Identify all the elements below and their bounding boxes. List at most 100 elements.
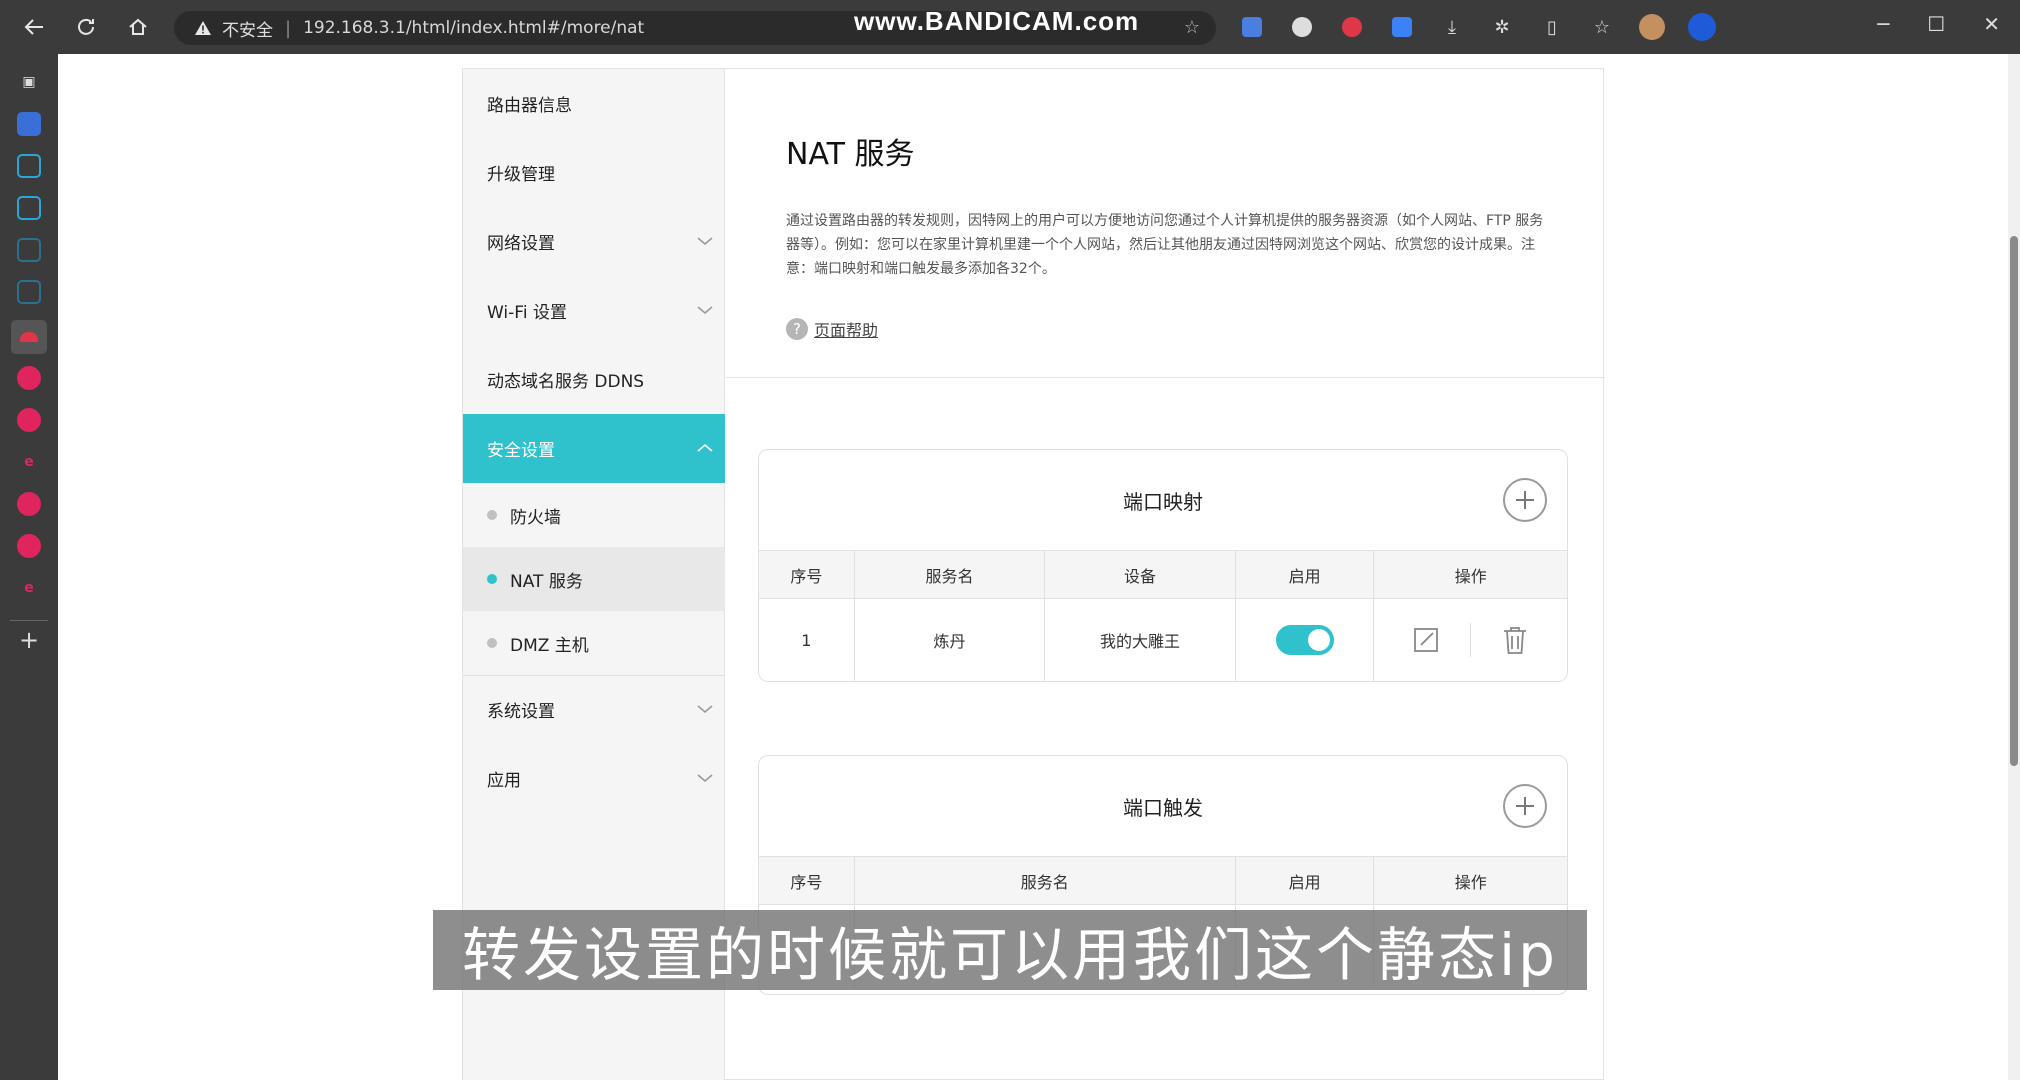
extension-face-icon[interactable] bbox=[1286, 12, 1318, 42]
menu-item-upgrade[interactable]: 升级管理 bbox=[463, 138, 725, 207]
menu-item-network[interactable]: 网络设置 bbox=[463, 207, 725, 276]
new-tab-plus-icon[interactable]: + bbox=[17, 626, 41, 654]
minimize-icon[interactable]: ─ bbox=[1877, 12, 1889, 36]
favorites-icon[interactable]: ☆ bbox=[1586, 12, 1618, 42]
download-icon[interactable]: ⤓ bbox=[1436, 12, 1468, 42]
menu-item-router-info[interactable]: 路由器信息 bbox=[463, 69, 725, 138]
split-screen-icon[interactable]: ▯ bbox=[1536, 12, 1568, 42]
port-trigger-header: 端口触发 bbox=[759, 756, 1567, 857]
chevron-down-icon bbox=[697, 705, 713, 714]
enable-toggle[interactable] bbox=[1275, 625, 1334, 655]
page-help[interactable]: ? 页面帮助 bbox=[786, 317, 878, 341]
column-header: 操作 bbox=[1454, 872, 1487, 892]
row-device: 我的大雕王 bbox=[1045, 599, 1236, 681]
page-title: NAT 服务 bbox=[786, 137, 915, 172]
extension-red-icon[interactable] bbox=[1336, 12, 1368, 42]
page-description: 通过设置路由器的转发规则，因特网上的用户可以方便地访问您通过个人计算机提供的服务… bbox=[786, 213, 1544, 277]
submenu-item-label: 防火墙 bbox=[510, 507, 561, 528]
tab-bilibili-icon[interactable] bbox=[17, 280, 41, 304]
menu-item-label: 应用 bbox=[487, 771, 521, 791]
url-text[interactable]: 192.168.3.1/html/index.html#/more/nat bbox=[303, 18, 644, 38]
tab-weibo-icon[interactable] bbox=[17, 366, 41, 390]
vertical-tab-sidebar: ▣ e e + bbox=[0, 54, 58, 1080]
window-controls: ─ ☐ ✕ bbox=[1877, 12, 2000, 36]
menu-item-label: 动态域名服务 DDNS bbox=[487, 372, 645, 392]
submenu-item-label: NAT 服务 bbox=[510, 571, 583, 592]
extension-blue-icon[interactable] bbox=[1236, 12, 1268, 42]
extension-bar: ⤓ ✲ ▯ ☆ bbox=[1236, 12, 1718, 42]
sidebar-divider bbox=[10, 620, 48, 621]
menu-item-label: 安全设置 bbox=[487, 441, 555, 461]
add-port-mapping-button[interactable] bbox=[1503, 478, 1547, 522]
plus-icon bbox=[1516, 797, 1534, 815]
close-icon[interactable]: ✕ bbox=[1983, 12, 2000, 36]
tab-cube-icon[interactable] bbox=[17, 534, 41, 558]
page-help-link[interactable]: 页面帮助 bbox=[814, 317, 878, 341]
column-header: 操作 bbox=[1454, 566, 1487, 586]
reload-icon[interactable] bbox=[68, 9, 104, 45]
profile-avatar[interactable] bbox=[1636, 12, 1668, 42]
back-arrow-icon[interactable] bbox=[16, 9, 52, 45]
bandicam-watermark: www.BANDICAM.com bbox=[854, 6, 1140, 36]
submenu-item-firewall[interactable]: 防火墙 bbox=[463, 483, 725, 547]
content-divider bbox=[726, 377, 1605, 378]
menu-item-label: 路由器信息 bbox=[487, 96, 572, 116]
row-index: 1 bbox=[759, 599, 855, 681]
column-header: 设备 bbox=[1045, 551, 1236, 598]
menu-item-system[interactable]: 系统设置 bbox=[463, 675, 725, 744]
tab-huawei-icon[interactable] bbox=[11, 320, 47, 354]
chevron-down-icon bbox=[697, 237, 713, 246]
scrollbar-thumb[interactable] bbox=[2010, 236, 2018, 766]
menu-item-wifi[interactable]: Wi-Fi 设置 bbox=[463, 276, 725, 345]
insecure-label: 不安全 bbox=[222, 20, 273, 41]
video-subtitle: 转发设置的时候就可以用我们这个静态ip bbox=[433, 910, 1587, 990]
menu-item-ddns[interactable]: 动态域名服务 DDNS bbox=[463, 345, 725, 414]
port-mapping-header: 端口映射 bbox=[759, 450, 1567, 551]
edit-icon[interactable] bbox=[1412, 626, 1440, 654]
menu-item-label: 升级管理 bbox=[487, 165, 555, 185]
bullet-dot bbox=[487, 638, 497, 648]
address-separator: | bbox=[285, 17, 292, 39]
row-enable-cell bbox=[1236, 599, 1375, 681]
submenu-item-label: DMZ 主机 bbox=[510, 635, 589, 656]
tab-edge-icon[interactable]: e bbox=[17, 576, 41, 600]
bing-copilot-icon[interactable] bbox=[1686, 12, 1718, 42]
favorite-star-icon[interactable]: ☆ bbox=[1184, 17, 1200, 38]
tab-bilibili-icon[interactable] bbox=[17, 238, 41, 262]
browser-toolbar: 不安全 | 192.168.3.1/html/index.html#/more/… bbox=[0, 0, 2020, 54]
menu-item-label: Wi-Fi 设置 bbox=[487, 303, 567, 323]
tab-cube-icon[interactable] bbox=[17, 492, 41, 516]
table-row: 1 炼丹 我的大雕王 bbox=[759, 599, 1567, 681]
add-port-trigger-button[interactable] bbox=[1503, 784, 1547, 828]
tab-bilibili-icon[interactable] bbox=[17, 154, 41, 178]
tab-actions-icon[interactable]: ▣ bbox=[17, 70, 41, 94]
submenu-item-nat[interactable]: NAT 服务 bbox=[463, 547, 725, 611]
extensions-puzzle-icon[interactable]: ✲ bbox=[1486, 12, 1518, 42]
menu-item-apps[interactable]: 应用 bbox=[463, 744, 725, 813]
home-icon[interactable] bbox=[120, 9, 156, 45]
maximize-icon[interactable]: ☐ bbox=[1927, 12, 1945, 36]
tab-bilibili-icon[interactable] bbox=[17, 196, 41, 220]
column-header: 序号 bbox=[759, 551, 855, 598]
column-header: 启用 bbox=[1236, 551, 1375, 598]
page-scrollbar[interactable] bbox=[2008, 54, 2020, 1080]
table-header: 序号 服务名 启用 操作 bbox=[759, 857, 1567, 905]
question-mark-icon: ? bbox=[786, 318, 808, 340]
menu-item-security[interactable]: 安全设置 bbox=[463, 414, 725, 483]
warning-icon[interactable] bbox=[194, 19, 212, 37]
menu-item-label: 系统设置 bbox=[487, 702, 555, 722]
tab-baidu-icon[interactable] bbox=[17, 112, 41, 136]
submenu-item-dmz[interactable]: DMZ 主机 bbox=[463, 611, 725, 675]
row-service-name: 炼丹 bbox=[855, 599, 1046, 681]
plus-icon bbox=[1516, 491, 1534, 509]
tab-edge-icon[interactable]: e bbox=[17, 450, 41, 474]
tab-weibo-icon[interactable] bbox=[17, 408, 41, 432]
bullet-dot bbox=[487, 574, 497, 584]
card-title: 端口触发 bbox=[1123, 795, 1203, 820]
extension-user-icon[interactable] bbox=[1386, 12, 1418, 42]
operation-divider bbox=[1470, 623, 1472, 657]
bullet-dot bbox=[487, 510, 497, 520]
port-mapping-card: 端口映射 序号 服务名 设备 启用 操作 1 炼丹 我的大雕王 bbox=[758, 449, 1568, 682]
row-operations bbox=[1374, 599, 1567, 681]
delete-trash-icon[interactable] bbox=[1501, 625, 1529, 655]
